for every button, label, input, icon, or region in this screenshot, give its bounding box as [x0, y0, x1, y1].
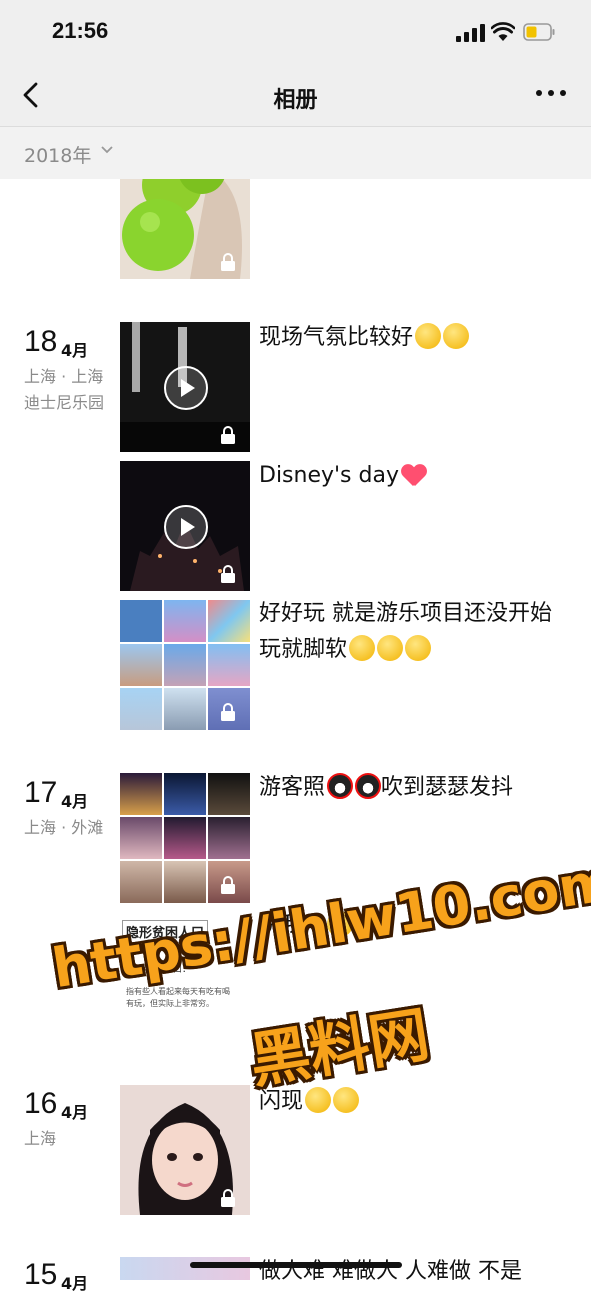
penguin-emoji-icon — [355, 773, 382, 799]
lock-icon — [221, 703, 235, 721]
entry-month: 4月 — [61, 1274, 89, 1293]
lock-icon — [221, 1189, 235, 1207]
lock-icon — [221, 565, 235, 583]
more-options-icon[interactable] — [536, 90, 566, 98]
post-caption: Disney's day — [259, 458, 559, 494]
photo-thumbnail[interactable] — [120, 1085, 250, 1215]
entry-location: 上海 · 上海迪士尼乐园 — [24, 367, 105, 412]
entry-month: 4月 — [61, 341, 89, 360]
entry-day: 17 — [24, 776, 58, 809]
entry-location: 上海 — [24, 1129, 57, 1148]
status-bar: 21:56 — [0, 0, 591, 62]
lock-icon — [221, 253, 235, 271]
crying-laughing-emoji-icon — [349, 635, 376, 661]
post-caption: 做人难 难做人 人难做 不是 — [259, 1254, 559, 1290]
thinking-emoji-icon — [443, 323, 470, 349]
caption-text: 吹到瑟瑟发抖 — [381, 775, 514, 800]
watermark-text: 黑料网 — [245, 999, 434, 1097]
play-icon[interactable] — [164, 505, 208, 549]
battery-icon — [523, 23, 555, 41]
entry-month: 4月 — [61, 1103, 89, 1122]
post-caption: 好好玩 就是游乐项目还没开始玩就脚软 — [259, 596, 559, 668]
chevron-down-icon — [101, 146, 113, 154]
status-time: 21:56 — [52, 18, 109, 43]
video-thumbnail[interactable] — [120, 322, 250, 452]
caption-text: 现场气氛比较好 — [259, 325, 414, 350]
page-title: 相册 — [273, 88, 318, 113]
play-icon[interactable] — [164, 366, 208, 410]
caption-text: Disney's day — [259, 463, 399, 488]
entry-day: 18 — [24, 325, 58, 358]
crying-laughing-emoji-icon — [405, 635, 432, 661]
thinking-emoji-icon — [415, 323, 442, 349]
post-caption: 游客照 吹到瑟瑟发抖 — [259, 770, 559, 806]
article-text: 指有些人看起来每天有吃有喝 — [126, 987, 230, 996]
post-caption: 现场气氛比较好 — [259, 320, 559, 356]
nav-bar: 相册 — [0, 62, 591, 126]
entry-month: 4月 — [61, 792, 89, 811]
heart-emoji-icon — [401, 463, 427, 487]
article-text: 有玩，但实际上非常穷。 — [126, 999, 214, 1008]
entry-day: 16 — [24, 1087, 58, 1120]
entry-location: 上海 · 外滩 — [24, 818, 104, 837]
cellular-signal-icon — [456, 24, 486, 42]
entry-day: 15 — [24, 1258, 58, 1291]
year-label: 2018年 — [24, 145, 92, 167]
lock-icon — [221, 876, 235, 894]
dizzy-emoji-icon — [333, 1087, 360, 1113]
penguin-emoji-icon — [327, 773, 354, 799]
video-thumbnail[interactable] — [120, 461, 250, 591]
caption-text: 游客照 — [259, 775, 326, 800]
photo-thumbnail[interactable] — [120, 1257, 250, 1280]
year-selector[interactable]: 2018年 — [0, 126, 591, 179]
wifi-icon — [491, 22, 515, 41]
lock-icon — [221, 426, 235, 444]
home-indicator[interactable] — [190, 1262, 402, 1268]
crying-laughing-emoji-icon — [377, 635, 404, 661]
